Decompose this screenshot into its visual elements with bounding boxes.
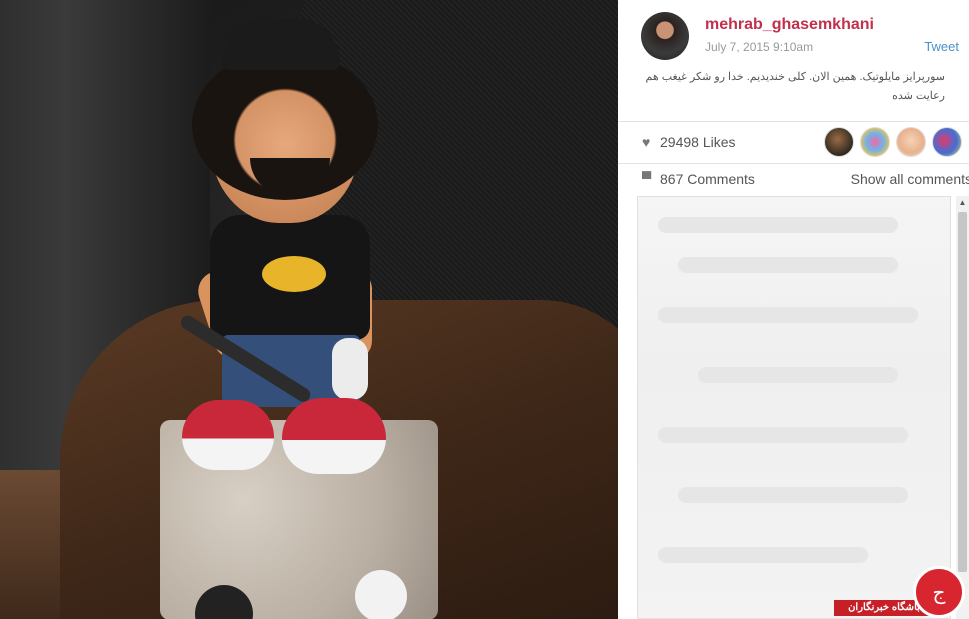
post-caption: سورپرایز مایلوتیک. همین الان. کلی خندیدی… xyxy=(645,71,945,102)
avatar[interactable] xyxy=(641,12,689,60)
figure-paper-roll xyxy=(332,338,368,400)
blurred-comment xyxy=(658,217,898,233)
post-sidebar: mehrab_ghasemkhani July 7, 2015 9:10am T… xyxy=(618,0,969,619)
post-header: mehrab_ghasemkhani July 7, 2015 9:10am T… xyxy=(618,0,969,120)
watermark-emblem: ج xyxy=(913,566,965,618)
watermark-logo: باشگاه خبرنگاران ج xyxy=(834,566,969,619)
show-all-comments-link[interactable]: Show all comments xyxy=(851,171,969,187)
likes-count[interactable]: 29498 Likes xyxy=(660,134,736,150)
divider xyxy=(618,121,969,122)
liker-avatar[interactable] xyxy=(824,127,854,157)
blurred-comment xyxy=(698,367,898,383)
divider xyxy=(618,163,969,164)
blurred-comment xyxy=(678,257,898,273)
comments-scrollbar[interactable]: ▲ xyxy=(956,196,969,619)
blurred-comment xyxy=(678,487,908,503)
blurred-comment xyxy=(658,307,918,323)
liker-avatar[interactable] xyxy=(860,127,890,157)
heart-icon: ♥ xyxy=(642,134,651,150)
tweet-button[interactable]: Tweet xyxy=(924,39,959,54)
scroll-up-icon[interactable]: ▲ xyxy=(956,196,969,210)
photo-knob-white xyxy=(355,570,407,619)
scroll-thumb[interactable] xyxy=(958,212,967,572)
liker-avatar[interactable] xyxy=(932,127,962,157)
comments-count: 867 Comments xyxy=(660,171,755,187)
figure-left-shoe xyxy=(182,400,274,470)
liker-avatar[interactable] xyxy=(896,127,926,157)
blurred-comment xyxy=(658,547,868,563)
figure-shirt-logo xyxy=(262,256,326,292)
post-timestamp: July 7, 2015 9:10am xyxy=(705,40,814,54)
comments-list[interactable] xyxy=(637,196,951,619)
username-link[interactable]: mehrab_ghasemkhani xyxy=(705,16,874,34)
blurred-comment xyxy=(658,427,908,443)
post-photo xyxy=(0,0,618,619)
comment-icon: ▀ xyxy=(642,171,652,186)
figure-right-shoe xyxy=(282,398,386,474)
comments-row: ▀ 867 Comments Show all comments xyxy=(642,166,969,192)
likes-row: ♥ 29498 Likes xyxy=(642,125,962,159)
likers-avatars xyxy=(824,127,962,159)
